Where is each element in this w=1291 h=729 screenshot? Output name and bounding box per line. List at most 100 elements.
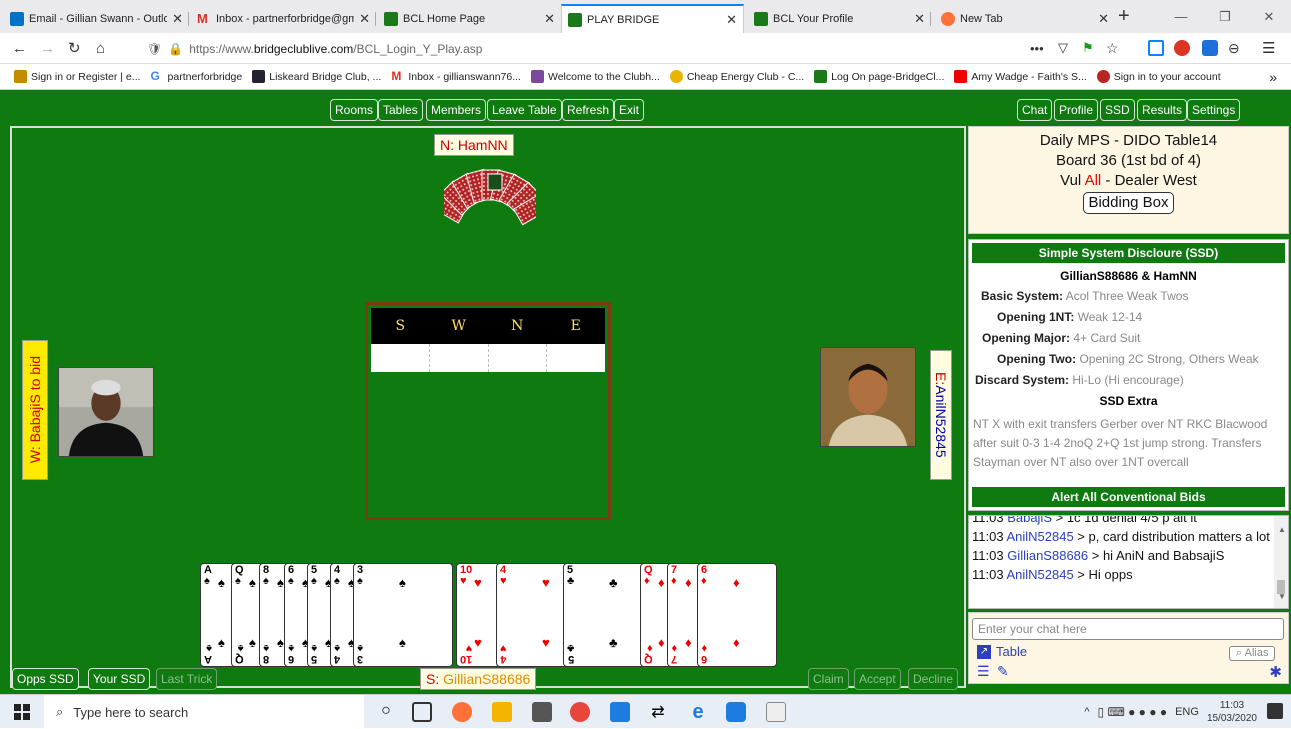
bidding-box-button[interactable]: Bidding Box: [1083, 192, 1174, 214]
tables-button[interactable]: Tables: [378, 99, 423, 121]
opps-ssd-button[interactable]: Opps SSD: [12, 668, 79, 690]
window-close-icon[interactable]: ✕: [1247, 0, 1291, 33]
bookmark-item[interactable]: Log On page-BridgeCl...: [814, 70, 944, 83]
tab-new-tab[interactable]: New Tab ✕: [935, 4, 1115, 33]
refresh-button[interactable]: Refresh: [562, 99, 615, 121]
minimize-icon[interactable]: —: [1159, 0, 1203, 33]
close-icon[interactable]: ✕: [914, 11, 925, 27]
exit-button[interactable]: Exit: [614, 99, 645, 121]
scroll-up-icon[interactable]: ▲: [1278, 520, 1286, 539]
close-icon[interactable]: ✕: [359, 11, 370, 27]
alias-button[interactable]: ⌕ Alias: [1229, 646, 1276, 661]
bookmark-star-icon[interactable]: ☆: [1106, 37, 1119, 59]
west-player-label[interactable]: W: BabajiS to bid: [22, 340, 48, 480]
youtube-icon: [954, 70, 968, 83]
bookmarks-bar: Sign in or Register | e... Gpartnerforbr…: [0, 64, 1291, 90]
bookmark-item[interactable]: Cheap Energy Club - C...: [669, 70, 804, 83]
reload-icon[interactable]: ↻: [68, 37, 81, 59]
more-bookmarks-icon[interactable]: »: [1269, 69, 1277, 85]
edge-icon[interactable]: e: [688, 702, 708, 722]
close-icon[interactable]: ✕: [544, 11, 555, 27]
bookmark-item[interactable]: Sign in or Register | e...: [14, 70, 141, 83]
restore-icon[interactable]: ❐: [1203, 0, 1247, 33]
address-bar[interactable]: 🛡 🔒 https://www.bridgeclublive.com/BCL_L…: [147, 37, 977, 60]
chat-scrollbar[interactable]: ▲ ▼: [1274, 516, 1288, 608]
bookmark-item[interactable]: Amy Wadge - Faith's S...: [954, 70, 1087, 83]
home-icon[interactable]: ⌂: [96, 37, 105, 59]
east-player-label[interactable]: E:AnilN52845: [930, 350, 952, 480]
bookmark-item[interactable]: Welcome to the Clubh...: [530, 70, 660, 83]
new-tab-button[interactable]: +: [1118, 5, 1130, 27]
rooms-button[interactable]: Rooms: [330, 99, 379, 121]
bookmark-item[interactable]: Gpartnerforbridge: [151, 70, 243, 83]
page-actions-icon[interactable]: •••: [1030, 37, 1044, 59]
ssd-button[interactable]: SSD: [1100, 99, 1135, 121]
close-icon[interactable]: ✕: [1098, 11, 1109, 27]
close-icon[interactable]: ✕: [172, 11, 183, 27]
close-icon[interactable]: ✕: [726, 12, 737, 28]
members-button[interactable]: Members: [426, 99, 487, 121]
tab-email[interactable]: Email - Gillian Swann - Outlo ✕: [4, 4, 189, 33]
shield-icon: 🛡: [147, 41, 163, 56]
playing-card[interactable]: 6 ♦ 6 ♦ ♦ ♦: [697, 563, 777, 667]
clock[interactable]: 11:03 15/03/2020: [1207, 699, 1257, 725]
chrome-icon[interactable]: [570, 702, 590, 722]
app-icon[interactable]: [532, 702, 552, 722]
table-chat-link[interactable]: ↗ Table: [977, 644, 1027, 659]
claim-button[interactable]: Claim: [808, 668, 849, 690]
playing-card[interactable]: 3 ♠ 3 ♠ ♠ ♠: [353, 563, 453, 667]
store-icon[interactable]: [726, 702, 746, 722]
tray-icons[interactable]: ▯ ⌨ ● ● ● ●: [1098, 705, 1168, 719]
bridge-app-icon[interactable]: [766, 702, 786, 722]
extension-icon[interactable]: [1202, 40, 1218, 56]
back-icon[interactable]: ←: [12, 37, 27, 59]
chat-input[interactable]: Enter your chat here: [972, 618, 1284, 640]
settings-button[interactable]: Settings: [1187, 99, 1241, 121]
chat-message: 11:03 AnilN52845 > p, card distribution …: [972, 529, 1270, 544]
card-suit: ♦: [671, 575, 677, 587]
show-hidden-icon[interactable]: ^: [1084, 706, 1089, 718]
windows-start-icon[interactable]: [14, 704, 30, 720]
list-icon[interactable]: ☰: [977, 663, 990, 680]
chat-message: 11:03 BabajiS > 1c 1d denial 4/5 p alt i…: [972, 515, 1197, 525]
google-icon: G: [150, 69, 160, 83]
taskbar-search[interactable]: ⌕ Type here to search: [44, 695, 364, 729]
leave-table-button[interactable]: Leave Table: [487, 99, 562, 121]
playing-card[interactable]: 10 ♥ 10 ♥ ♥ ♥: [456, 563, 500, 667]
scroll-down-icon[interactable]: ▼: [1278, 587, 1286, 606]
language-indicator[interactable]: ENG: [1175, 706, 1199, 718]
south-player-label[interactable]: S: GillianS88686: [420, 668, 537, 690]
your-ssd-button[interactable]: Your SSD: [88, 668, 151, 690]
settings-gear-icon[interactable]: ✱: [1269, 663, 1282, 681]
accept-button[interactable]: Accept: [854, 668, 901, 690]
decline-button[interactable]: Decline: [908, 668, 959, 690]
results-button[interactable]: Results: [1137, 99, 1188, 121]
account-icon[interactable]: ⊖: [1228, 37, 1240, 59]
flag-icon[interactable]: ⚑: [1082, 37, 1094, 59]
screenshot-icon[interactable]: [1148, 40, 1164, 56]
adblock-icon[interactable]: [1174, 40, 1190, 56]
edit-icon[interactable]: ✎: [997, 663, 1009, 680]
document-icon[interactable]: [610, 702, 630, 722]
north-player-label[interactable]: N: HamNN: [434, 134, 514, 156]
file-explorer-icon[interactable]: [492, 702, 512, 722]
firefox-taskbar-icon[interactable]: [452, 702, 472, 722]
bookmark-item[interactable]: Sign in to your account: [1096, 70, 1221, 83]
menu-icon[interactable]: ☰: [1262, 37, 1275, 59]
bookmark-item[interactable]: Liskeard Bridge Club, ...: [252, 70, 381, 83]
notifications-icon[interactable]: [1267, 703, 1283, 719]
forward-icon[interactable]: →: [40, 37, 55, 59]
pocket-icon[interactable]: ▽: [1058, 37, 1068, 59]
tab-bcl-home[interactable]: BCL Home Page ✕: [378, 4, 561, 33]
task-view-icon[interactable]: [412, 702, 432, 722]
last-trick-button[interactable]: Last Trick: [156, 668, 218, 690]
tab-gmail[interactable]: M Inbox - partnerforbridge@gm ✕: [191, 4, 376, 33]
tab-bcl-profile[interactable]: BCL Your Profile ✕: [748, 4, 931, 33]
bookmark-item[interactable]: M Inbox - gillianswann76...: [391, 70, 521, 83]
chat-button[interactable]: Chat: [1017, 99, 1053, 121]
network-app-icon[interactable]: ⇄: [648, 702, 668, 722]
tab-play-bridge[interactable]: PLAY BRIDGE ✕: [561, 4, 744, 33]
cortana-icon[interactable]: ○: [376, 702, 396, 722]
profile-button[interactable]: Profile: [1054, 99, 1099, 121]
chat-log[interactable]: 11:03 BabajiS > 1c 1d denial 4/5 p alt i…: [968, 515, 1289, 609]
